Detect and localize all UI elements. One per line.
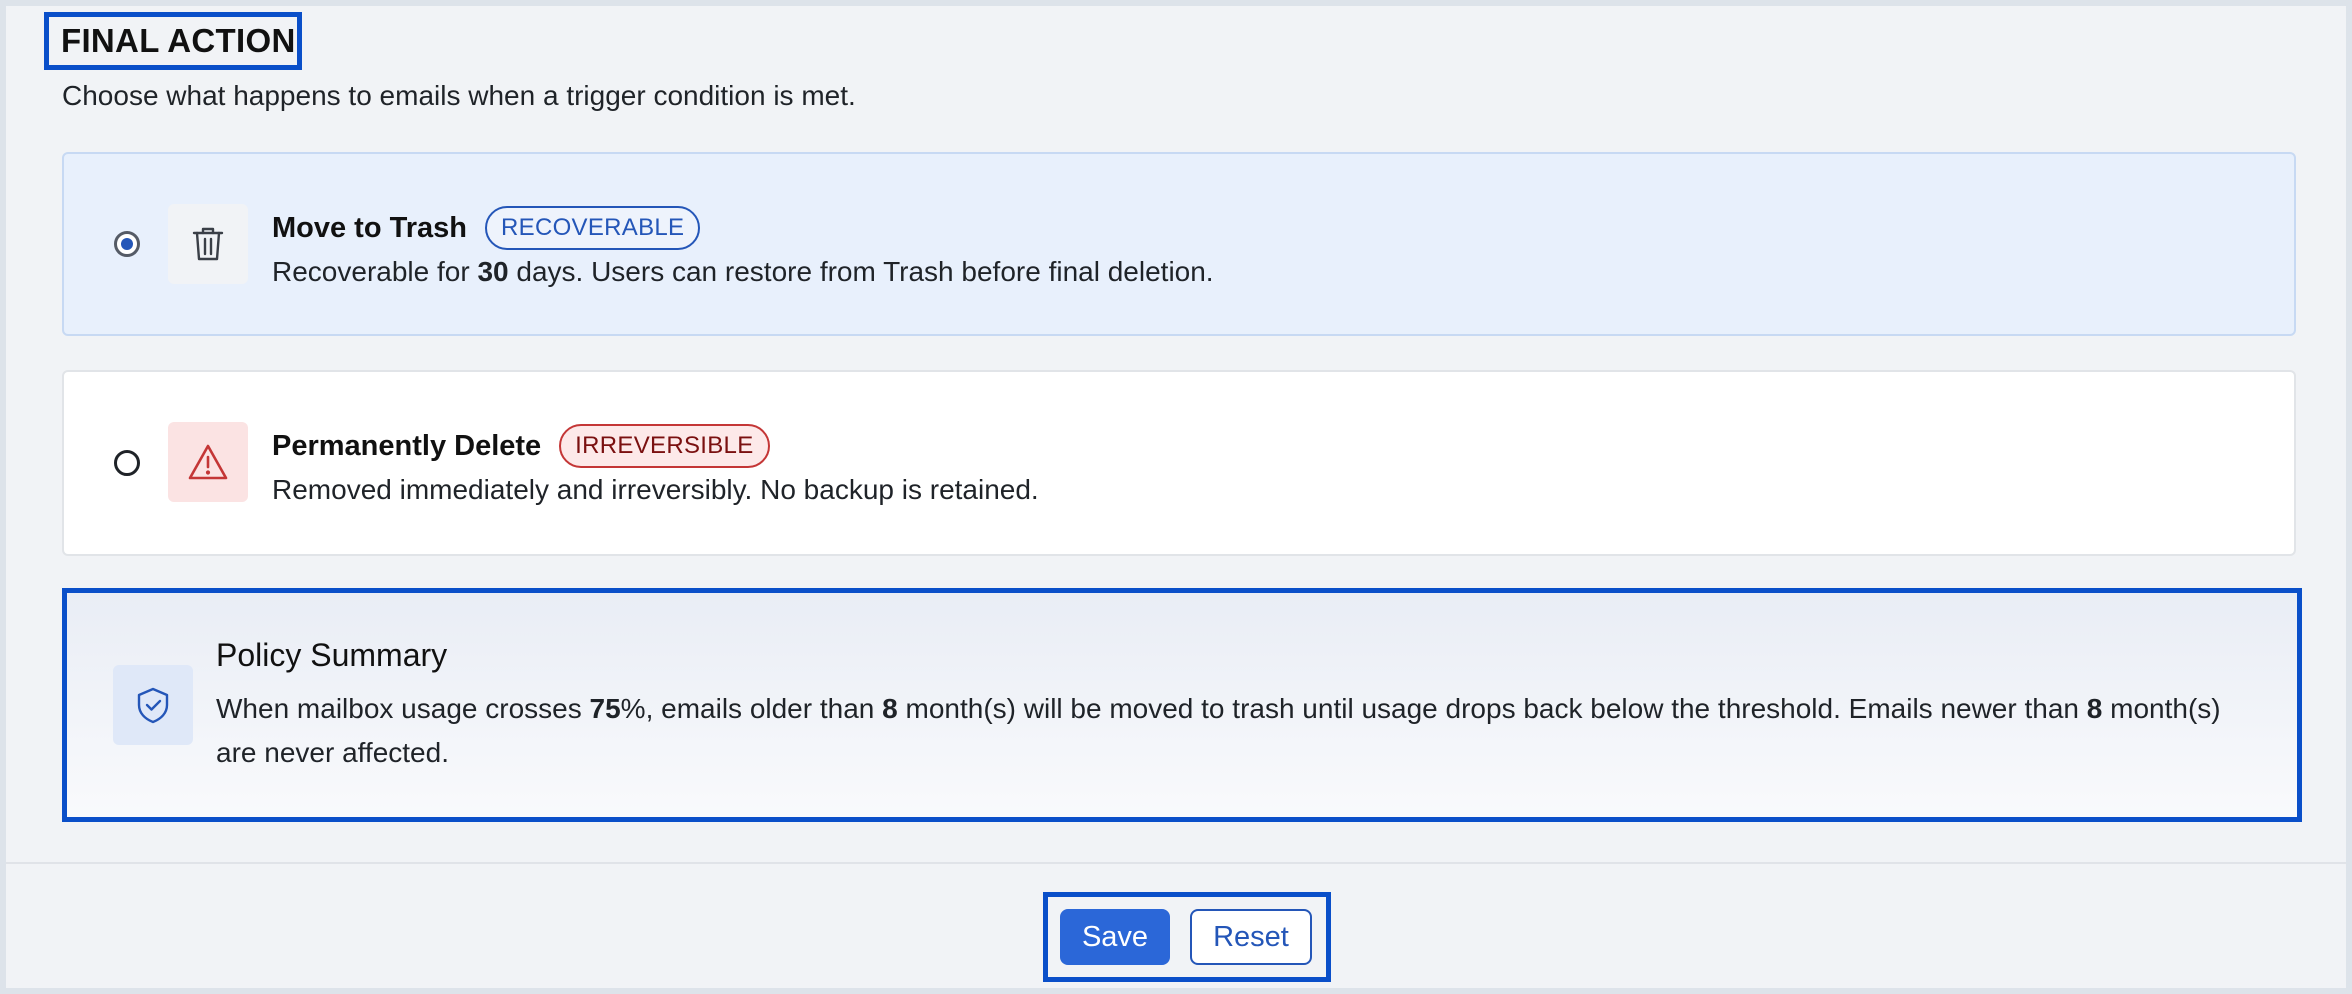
- age-months: 8: [882, 693, 898, 724]
- option-description: Recoverable for 30 days. Users can resto…: [272, 256, 1214, 288]
- summary-text-part: %, emails older than: [620, 693, 883, 724]
- option-description: Removed immediately and irreversibly. No…: [272, 474, 1039, 505]
- option-title-row: Permanently Delete IRREVERSIBLE: [272, 424, 770, 468]
- save-button[interactable]: Save: [1060, 909, 1170, 965]
- footer-divider: [6, 862, 2346, 864]
- usage-threshold: 75: [589, 693, 621, 724]
- shield-check-icon: [113, 665, 193, 745]
- age-months-again: 8: [2086, 693, 2103, 724]
- desc-prefix: Recoverable for: [272, 256, 478, 287]
- option-title-row: Move to Trash RECOVERABLE: [272, 206, 701, 250]
- option-move-to-trash[interactable]: Move to Trash RECOVERABLE Recoverable fo…: [62, 152, 2296, 336]
- radio-permanently-delete[interactable]: [114, 450, 140, 476]
- option-name: Permanently Delete: [272, 429, 542, 462]
- final-action-panel: FINAL ACTION Choose what happens to emai…: [6, 6, 2346, 988]
- recoverable-badge: RECOVERABLE: [485, 206, 701, 250]
- summary-text-part: When mailbox usage crosses: [216, 693, 590, 724]
- policy-summary: Policy Summary When mailbox usage crosse…: [62, 588, 2302, 822]
- section-title: FINAL ACTION: [44, 12, 302, 70]
- section-subtitle: Choose what happens to emails when a tri…: [62, 80, 856, 111]
- irreversible-badge: IRREVERSIBLE: [559, 424, 770, 468]
- summary-text-part: month(s) will be moved to trash until us…: [897, 693, 2087, 724]
- reset-button[interactable]: Reset: [1190, 909, 1312, 965]
- action-bar: Save Reset: [1043, 892, 1331, 982]
- option-name: Move to Trash: [272, 211, 467, 244]
- radio-move-to-trash[interactable]: [114, 231, 140, 257]
- summary-title: Policy Summary: [216, 637, 448, 673]
- desc-suffix: days. Users can restore from Trash befor…: [508, 256, 1214, 287]
- retention-days: 30: [477, 256, 509, 287]
- summary-text: When mailbox usage crosses 75%, emails o…: [216, 687, 2256, 775]
- warning-icon: [168, 422, 248, 502]
- option-permanently-delete[interactable]: Permanently Delete IRREVERSIBLE Removed …: [62, 370, 2296, 556]
- trash-icon: [168, 204, 248, 284]
